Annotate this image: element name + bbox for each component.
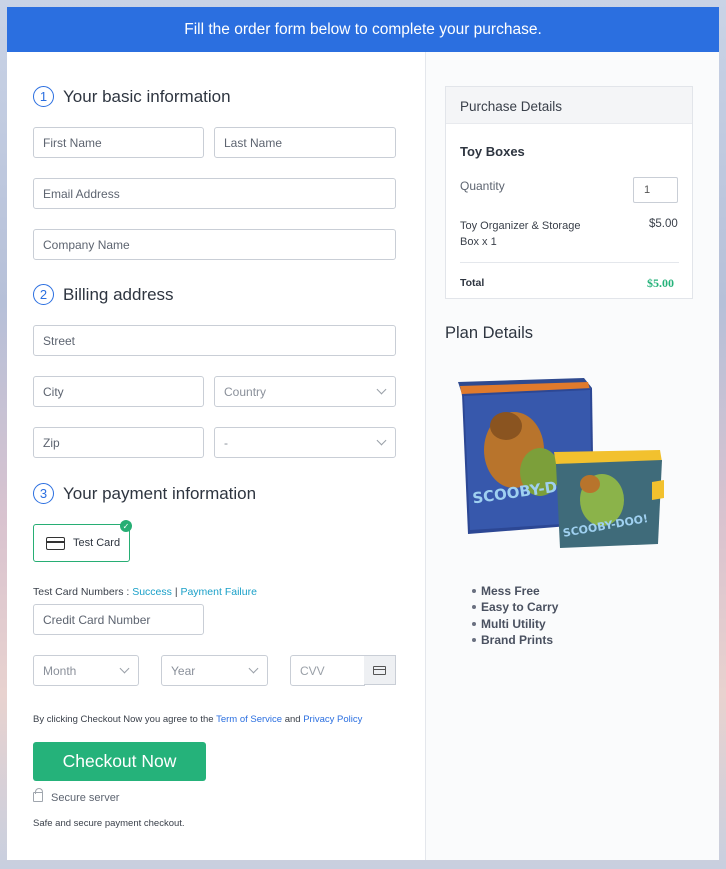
first-name-field[interactable]: First Name: [33, 127, 204, 158]
chevron-down-icon: [376, 435, 387, 446]
secure-server-label: Secure server: [51, 792, 120, 804]
divider: [460, 262, 679, 263]
terms-and: and: [284, 714, 301, 725]
feature-item: Brand Prints: [472, 633, 553, 647]
street-field[interactable]: Street: [33, 325, 396, 356]
cvv-field[interactable]: CVV: [290, 655, 365, 686]
feature-label: Multi Utility: [481, 617, 546, 631]
section-title: Your basic information: [63, 86, 231, 106]
month-select-value: Month: [43, 663, 77, 678]
city-field[interactable]: City: [33, 376, 204, 407]
bullet: [472, 605, 476, 609]
terms-text: By clicking Checkout Now you agree to th…: [33, 714, 362, 725]
company-field[interactable]: Company Name: [33, 229, 396, 260]
payment-failure-link[interactable]: Payment Failure: [180, 586, 256, 598]
step-number: 1: [33, 86, 54, 107]
bullet: [472, 589, 476, 593]
quantity-label: Quantity: [460, 179, 505, 193]
product-name: Toy Boxes: [460, 144, 525, 159]
section-payment: 3 Your payment information: [33, 483, 256, 504]
product-image: SCOOBY-DOO! SCOOBY-DOO!: [458, 378, 664, 548]
line-item-price: $5.00: [649, 218, 678, 230]
state-select-value: -: [224, 435, 228, 450]
bullet: [472, 622, 476, 626]
purchase-details-header: Purchase Details: [446, 87, 692, 124]
section-billing: 2 Billing address: [33, 284, 174, 305]
feature-label: Easy to Carry: [481, 600, 559, 614]
terms-of-service-link[interactable]: Term of Service: [216, 714, 282, 725]
terms-prefix: By clicking Checkout Now you agree to th…: [33, 714, 214, 725]
feature-label: Brand Prints: [481, 633, 554, 647]
last-name-field[interactable]: Last Name: [214, 127, 396, 158]
test-numbers-label: Test Card Numbers :: [33, 586, 130, 598]
zip-field[interactable]: Zip: [33, 427, 204, 458]
step-number: 2: [33, 284, 54, 305]
feature-item: Multi Utility: [472, 617, 546, 631]
checkout-now-button[interactable]: Checkout Now: [33, 742, 206, 781]
top-banner: Fill the order form below to complete yo…: [7, 7, 719, 52]
credit-card-icon: [46, 536, 65, 550]
state-select[interactable]: -: [214, 427, 396, 458]
chevron-down-icon: [376, 384, 387, 395]
check-icon: ✓: [120, 520, 132, 532]
test-card-numbers: Test Card Numbers : Success | Payment Fa…: [33, 586, 257, 598]
year-select-value: Year: [171, 663, 196, 678]
payment-option-test-card[interactable]: Test Card: [33, 524, 130, 562]
bullet: [472, 638, 476, 642]
year-select[interactable]: Year: [161, 655, 268, 686]
step-number: 3: [33, 483, 54, 504]
email-field[interactable]: Email Address: [33, 178, 396, 209]
credit-card-icon: [373, 665, 386, 675]
lock-icon: [33, 788, 43, 802]
line-item-name-line1: Toy Organizer & Storage: [460, 220, 581, 232]
payment-option-label: Test Card: [73, 537, 121, 549]
feature-item: Mess Free: [472, 584, 540, 598]
total-value: $5.00: [647, 276, 674, 290]
line-item-name-line2: Box x 1: [460, 236, 497, 248]
privacy-policy-link[interactable]: Privacy Policy: [303, 714, 362, 725]
section-basic-info: 1 Your basic information: [33, 86, 231, 107]
card-number-field[interactable]: Credit Card Number: [33, 604, 204, 635]
quantity-input[interactable]: 1: [633, 177, 678, 203]
country-select-value: Country: [224, 384, 267, 399]
feature-item: Easy to Carry: [472, 600, 558, 614]
separator: |: [174, 586, 178, 598]
country-select[interactable]: Country: [214, 376, 396, 407]
section-title: Your payment information: [63, 483, 257, 503]
safe-checkout-text: Safe and secure payment checkout.: [33, 818, 185, 829]
success-link[interactable]: Success: [132, 586, 172, 598]
feature-label: Mess Free: [481, 584, 540, 598]
total-label: Total: [460, 277, 485, 289]
chevron-down-icon: [248, 663, 259, 674]
chevron-down-icon: [119, 663, 130, 674]
cvv-card-icon-box: [364, 655, 396, 685]
month-select[interactable]: Month: [33, 655, 139, 686]
line-item-name: Toy Organizer & Storage Box x 1: [460, 218, 580, 250]
plan-details-title: Plan Details: [445, 324, 534, 342]
section-title: Billing address: [63, 284, 174, 304]
